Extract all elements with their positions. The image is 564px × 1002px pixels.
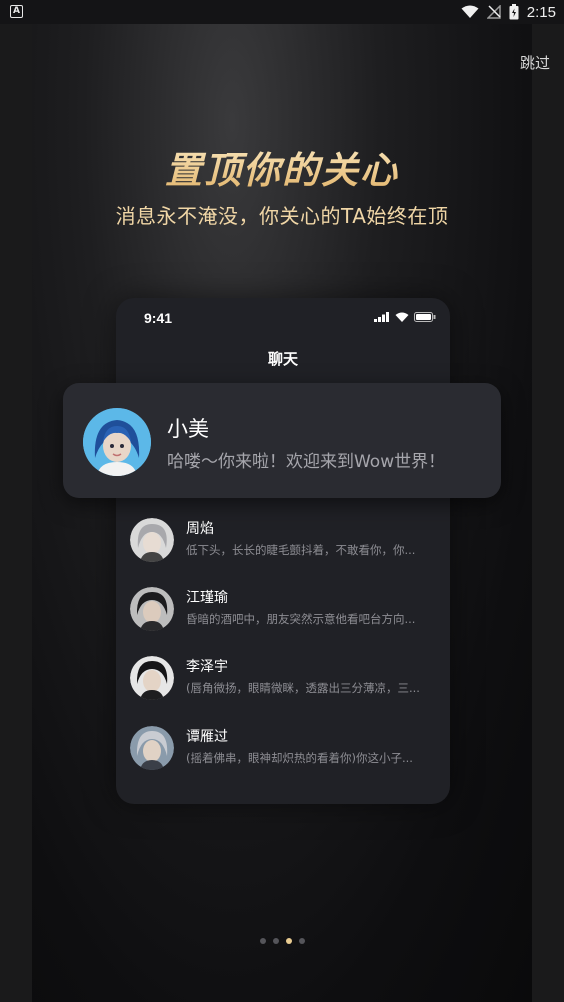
avatar	[130, 656, 174, 700]
page-subtitle: 消息永不淹没，你关心的TA始终在顶	[115, 204, 449, 228]
chat-preview: 昏暗的酒吧中，朋友突然示意他看吧台方向...	[186, 612, 416, 626]
page-title: 置顶你的关心	[0, 140, 564, 194]
list-item[interactable]: 李泽宇 (唇角微扬，眼睛微眯，透露出三分薄凉，三...	[130, 654, 440, 706]
chat-name: 谭雁过	[186, 729, 228, 745]
list-item[interactable]: 周焰 低下头，长长的睫毛颤抖着，不敢看你，你...	[130, 516, 440, 568]
status-icons: 2:15	[461, 3, 556, 21]
pinned-chat-name: 小美	[167, 417, 209, 441]
pinned-chat-card[interactable]: 小美 哈喽～你来啦！欢迎来到Wow世界！	[63, 383, 501, 498]
chat-name: 江瑾瑜	[186, 590, 228, 606]
skip-button[interactable]: 跳过	[520, 52, 550, 73]
chat-name: 李泽宇	[186, 659, 228, 675]
list-item[interactable]: 江瑾瑜 昏暗的酒吧中，朋友突然示意他看吧台方向...	[130, 585, 440, 637]
phone-time: 9:41	[144, 310, 173, 326]
page-indicator	[0, 938, 564, 944]
no-signal-icon	[486, 5, 501, 19]
avatar	[130, 587, 174, 631]
phone-status-icons	[374, 312, 436, 322]
chat-preview: (摇着佛串，眼神却炽热的看着你)你这小子...	[186, 751, 413, 765]
phone-chat-title: 聊天	[267, 350, 298, 368]
avatar-illustration	[83, 408, 151, 476]
pinned-chat-message: 哈喽～你来啦！欢迎来到Wow世界！	[167, 452, 446, 472]
avatar	[83, 408, 151, 476]
wifi-icon	[395, 312, 409, 322]
status-bar: A 2:15	[0, 0, 564, 24]
battery-icon	[414, 312, 436, 322]
wifi-icon	[461, 5, 479, 18]
battery-icon	[509, 4, 519, 20]
page-dot[interactable]	[259, 938, 266, 944]
chat-preview: (唇角微扬，眼睛微眯，透露出三分薄凉，三...	[186, 681, 420, 695]
status-time: 2:15	[526, 3, 556, 21]
avatar	[130, 726, 174, 770]
list-item[interactable]: 谭雁过 (摇着佛串，眼神却炽热的看着你)你这小子...	[130, 724, 440, 776]
page-dot[interactable]	[298, 938, 305, 944]
app-notification-icon: A	[10, 5, 23, 18]
page-dot[interactable]	[272, 938, 279, 944]
signal-icon	[374, 312, 389, 322]
chat-preview: 低下头，长长的睫毛颤抖着，不敢看你，你...	[186, 543, 416, 557]
avatar	[130, 518, 174, 562]
page-dot-active[interactable]	[285, 938, 292, 944]
chat-name: 周焰	[186, 521, 214, 537]
